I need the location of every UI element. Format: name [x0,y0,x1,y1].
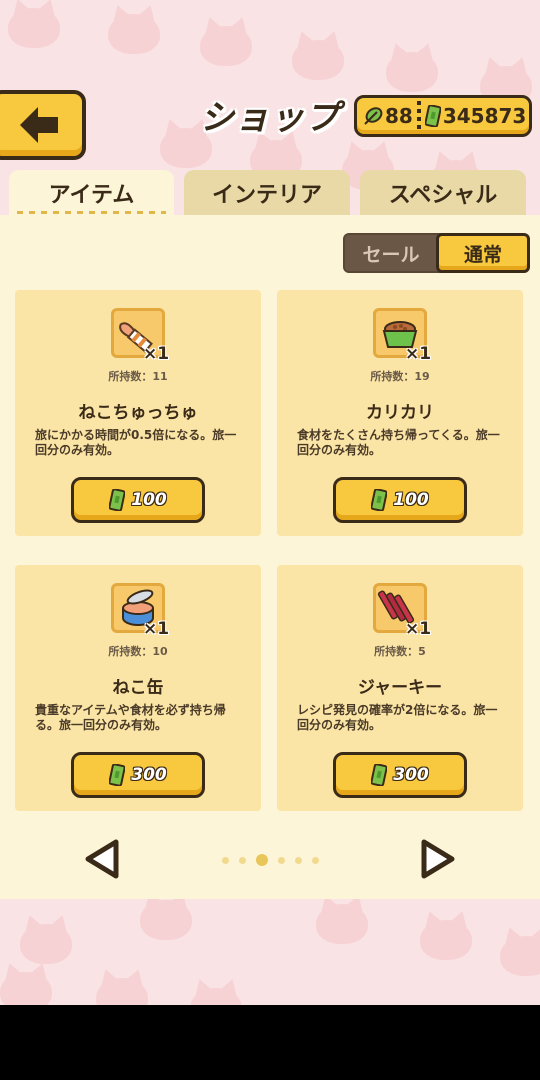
tab-label: インテリア [211,183,322,208]
item-name: カリカリ [366,403,434,423]
item-name: ジャーキー [357,678,443,698]
back-button[interactable] [0,90,86,160]
page-dot [278,856,285,864]
item-name: ねこ缶 [112,678,164,698]
bg-cat-decoration [386,52,438,92]
buy-button[interactable]: 300 [333,752,467,798]
item-card: ×1 所持数：5 ジャーキー レシピ発見の確率が2倍になる。旅一回分のみ有効。 … [277,565,523,811]
previous-page-arrow-icon[interactable] [82,838,122,880]
page-dot [239,856,246,864]
item-quantity: ×1 [143,619,170,639]
bg-cat-decoration [500,936,540,976]
buy-button[interactable]: 300 [71,752,205,798]
category-tabs: アイテム インテリア スペシャル [0,170,540,216]
page-indicator [222,853,322,867]
tab-interior[interactable]: インテリア [184,170,350,216]
shop-panel: セール 通常 ×1 所持数：11 ねこちゅっちゅ 旅にかかる時間が0.5倍になる… [0,215,540,899]
page-dot [222,856,229,864]
money-bill-icon [371,764,388,786]
owned-count: 所持数：5 [374,645,426,658]
item-quantity: ×1 [143,344,170,364]
arrow-left-icon [20,107,58,143]
item-price: 300 [131,765,167,785]
item-description: 旅にかかる時間が0.5倍になる。旅一回分のみ有効。 [35,428,237,457]
item-description: 食材をたくさん持ち帰ってくる。旅一回分のみ有効。 [297,428,500,457]
buy-button[interactable]: 100 [333,477,467,523]
leaf-icon [364,107,383,125]
bg-cat-decoration [8,8,60,48]
bg-cat-decoration [140,900,192,940]
bg-cat-decoration [20,924,72,964]
money-bill-icon [109,489,126,511]
item-card: ×1 所持数：19 カリカリ 食材をたくさん持ち帰ってくる。旅一回分のみ有効。 … [277,290,523,536]
bg-cat-decoration [200,26,252,66]
page-dot [295,856,302,864]
item-card: ×1 所持数：10 ねこ缶 貴重なアイテムや食材を必ず持ち帰る。旅一回分のみ有効… [15,565,261,811]
next-page-arrow-icon[interactable] [418,838,458,880]
bg-cat-decoration [292,40,344,80]
item-quantity: ×1 [405,344,432,364]
money-count: 345873 [442,104,527,128]
page-dot [312,856,319,864]
sale-normal-toggle: セール 通常 [343,233,530,273]
buy-button[interactable]: 100 [71,477,205,523]
item-description: 貴重なアイテムや食材を必ず持ち帰る。旅一回分のみ有効。 [35,703,226,732]
owned-count: 所持数：10 [108,645,168,658]
tab-items[interactable]: アイテム [9,170,174,216]
item-quantity: ×1 [405,619,432,639]
money-bill-icon [424,105,441,127]
bg-cat-decoration [420,920,472,960]
active-tab-underline [17,211,166,214]
money-bill-icon [109,764,126,786]
shop-screen: ショップ 88 345873 アイテム インテリア スペシャル セール 通常 ×… [0,0,540,1005]
bg-cat-decoration [0,972,52,1005]
tab-special[interactable]: スペシャル [360,170,526,216]
owned-count: 所持数：11 [108,370,168,383]
item-description: レシピ発見の確率が2倍になる。旅一回分のみ有効。 [297,703,498,732]
page-dot-active [256,854,268,866]
currency-display: 88 345873 [354,95,532,137]
item-price: 100 [131,490,167,510]
bg-cat-decoration [190,988,242,1005]
item-card: ×1 所持数：11 ねこちゅっちゅ 旅にかかる時間が0.5倍になる。旅一回分のみ… [15,290,261,536]
page-title: ショップ [200,98,340,138]
currency-divider [416,101,421,131]
item-price: 300 [393,765,429,785]
bg-cat-decoration [96,978,148,1005]
item-price: 100 [393,490,429,510]
normal-toggle-option[interactable]: 通常 [436,233,530,273]
bg-cat-decoration [316,904,368,944]
item-name: ねこちゅっちゅ [78,403,198,423]
tab-label: スペシャル [388,183,498,208]
bg-cat-decoration [108,14,160,54]
owned-count: 所持数：19 [370,370,430,383]
leaf-count: 88 [385,104,413,128]
sale-toggle-option[interactable]: セール [345,235,437,271]
money-bill-icon [371,489,388,511]
tab-label: アイテム [48,183,135,208]
